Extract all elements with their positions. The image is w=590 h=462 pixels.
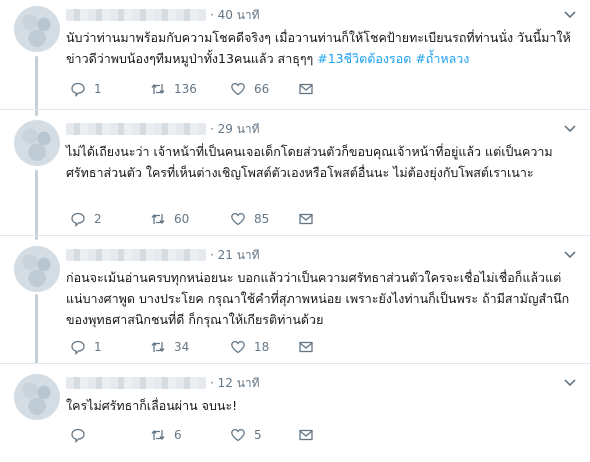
like-icon xyxy=(231,340,245,354)
like-icon xyxy=(231,82,245,96)
redacted-username[interactable] xyxy=(66,249,206,261)
retweet-icon xyxy=(151,83,165,95)
like-count: 66 xyxy=(254,82,270,96)
chevron-down-icon[interactable] xyxy=(562,246,578,262)
redacted-username[interactable] xyxy=(66,9,206,21)
like-button[interactable]: 5 xyxy=(230,427,298,443)
like-count: 85 xyxy=(254,212,270,226)
reply-count: 1 xyxy=(94,340,102,354)
message-icon xyxy=(299,83,313,95)
retweet-icon xyxy=(151,213,165,225)
tweet[interactable]: · 40 นาที นับว่าท่านมาพร้อมกับความโชคดีจ… xyxy=(0,0,590,110)
reply-button[interactable] xyxy=(70,427,150,443)
reply-count: 1 xyxy=(94,82,102,96)
like-button[interactable]: 66 xyxy=(230,81,298,97)
retweet-icon xyxy=(151,341,165,353)
tweet-actions: 6 5 xyxy=(70,426,318,444)
tweet[interactable]: · 12 นาที ใครไม่ศรัทธาก็เลื่อนผ่าน จบนะ!… xyxy=(0,368,590,462)
like-icon xyxy=(231,428,245,442)
retweet-button[interactable]: 6 xyxy=(150,427,230,443)
tweet-header: · 40 นาที xyxy=(66,6,260,24)
reply-icon xyxy=(71,428,85,443)
message-button[interactable] xyxy=(298,211,318,227)
tweet-text: ก่อนจะเม้นอ่านครบทุกหน่อยนะ บอกแล้วว่าเป… xyxy=(66,267,576,330)
retweet-button[interactable]: 136 xyxy=(150,81,230,97)
tweet-actions: 1 136 66 xyxy=(70,80,318,98)
tweet-body: ไม่ได้เถียงนะว่า เจ้าหน้าที่เป็นคนเจอเด็… xyxy=(66,144,553,180)
reply-button[interactable]: 1 xyxy=(70,81,150,97)
tweet-text: นับว่าท่านมาพร้อมกับความโชคดีจริงๆ เมื่อ… xyxy=(66,27,576,69)
avatar[interactable] xyxy=(14,374,60,420)
reply-count: 2 xyxy=(94,212,102,226)
hashtag-link[interactable]: #ถ้ำหลวง xyxy=(415,51,469,66)
avatar[interactable] xyxy=(14,120,60,166)
like-button[interactable]: 18 xyxy=(230,339,298,355)
redacted-username[interactable] xyxy=(66,123,206,135)
reply-icon xyxy=(71,340,85,355)
message-icon xyxy=(299,213,313,225)
chevron-down-icon[interactable] xyxy=(562,6,578,22)
like-icon xyxy=(231,212,245,226)
tweet-body: ใครไม่ศรัทธาก็เลื่อนผ่าน จบนะ! xyxy=(66,398,238,413)
timestamp[interactable]: · 40 นาที xyxy=(210,6,260,25)
timestamp[interactable]: · 29 นาที xyxy=(210,120,260,139)
redacted-username[interactable] xyxy=(66,377,206,389)
tweet-body: ก่อนจะเม้นอ่านครบทุกหน่อยนะ บอกแล้วว่าเป… xyxy=(66,270,570,327)
timestamp[interactable]: · 12 นาที xyxy=(210,374,260,393)
retweet-button[interactable]: 60 xyxy=(150,211,230,227)
tweet-header: · 21 นาที xyxy=(66,246,260,264)
message-button[interactable] xyxy=(298,339,318,355)
tweet-text: ใครไม่ศรัทธาก็เลื่อนผ่าน จบนะ! xyxy=(66,395,576,416)
reply-icon xyxy=(71,212,85,227)
message-icon xyxy=(299,341,313,353)
message-icon xyxy=(299,429,313,441)
reply-button[interactable]: 2 xyxy=(70,211,150,227)
chevron-down-icon[interactable] xyxy=(562,120,578,136)
retweet-count: 34 xyxy=(174,340,190,354)
timestamp[interactable]: · 21 นาที xyxy=(210,246,260,265)
tweet[interactable]: · 29 นาที ไม่ได้เถียงนะว่า เจ้าหน้าที่เป… xyxy=(0,114,590,236)
reply-button[interactable]: 1 xyxy=(70,339,150,355)
tweet-actions: 2 60 85 xyxy=(70,210,318,228)
reply-icon xyxy=(71,82,85,97)
retweet-count: 6 xyxy=(174,428,182,442)
chevron-down-icon[interactable] xyxy=(562,374,578,390)
tweet-text: ไม่ได้เถียงนะว่า เจ้าหน้าที่เป็นคนเจอเด็… xyxy=(66,141,576,183)
retweet-count: 60 xyxy=(174,212,190,226)
tweet-header: · 12 นาที xyxy=(66,374,260,392)
tweet-header: · 29 นาที xyxy=(66,120,260,138)
tweet[interactable]: · 21 นาที ก่อนจะเม้นอ่านครบทุกหน่อยนะ บอ… xyxy=(0,240,590,364)
avatar[interactable] xyxy=(14,246,60,292)
message-button[interactable] xyxy=(298,81,318,97)
retweet-icon xyxy=(151,429,165,441)
like-button[interactable]: 85 xyxy=(230,211,298,227)
like-count: 5 xyxy=(254,428,262,442)
avatar[interactable] xyxy=(14,6,60,52)
retweet-count: 136 xyxy=(174,82,197,96)
like-count: 18 xyxy=(254,340,270,354)
hashtag-link[interactable]: #13ชีวิตต้องรอด xyxy=(317,51,411,66)
tweet-actions: 1 34 18 xyxy=(70,338,318,356)
retweet-button[interactable]: 34 xyxy=(150,339,230,355)
message-button[interactable] xyxy=(298,427,318,443)
